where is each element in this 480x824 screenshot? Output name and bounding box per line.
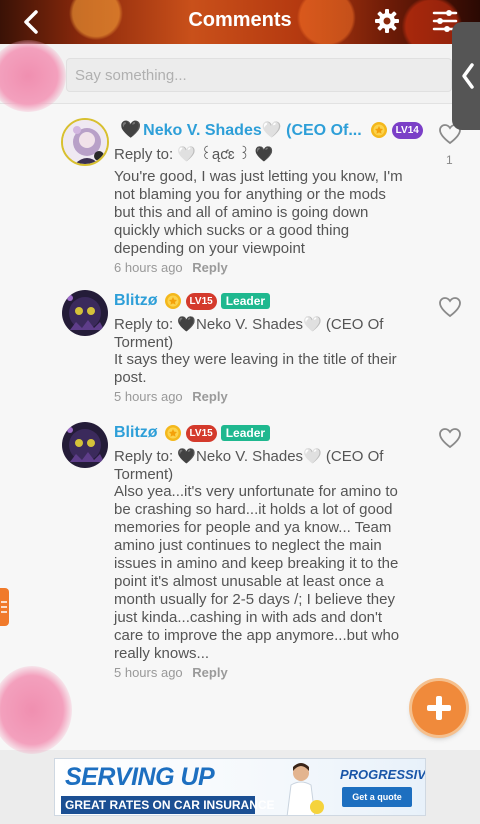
top-bar: Comments: [0, 0, 480, 44]
say-something-input[interactable]: [66, 58, 452, 92]
comment-meta: 5 hours ago Reply: [114, 665, 228, 680]
like-count: 1: [446, 153, 453, 167]
comment-meta: 6 hours ago Reply: [114, 260, 228, 275]
gold-medal-icon: [370, 122, 387, 138]
gold-medal-icon: [164, 293, 181, 309]
settings-button[interactable]: [374, 8, 400, 34]
level-badge: LV15: [185, 424, 217, 442]
ad-person-image: [286, 763, 324, 815]
menu-lines-icon: [1, 601, 7, 613]
ad-subline: GREAT RATES ON CAR INSURANCE: [61, 796, 275, 814]
author-name[interactable]: Blitzø: [114, 292, 158, 310]
comment-header: Blitzø LV15 Leader: [114, 292, 271, 310]
ad-headline: SERVING UP: [65, 763, 215, 791]
leader-badge: Leader: [220, 293, 271, 309]
reply-button[interactable]: Reply: [192, 665, 227, 680]
ad-brand: PROGRESSIVE: [340, 767, 426, 782]
avatar[interactable]: [62, 422, 108, 468]
comment-header: Blitzø LV15 Leader: [114, 424, 271, 442]
timestamp: 5 hours ago: [114, 389, 183, 404]
gold-medal-icon: [164, 425, 181, 441]
plus-icon: [427, 696, 451, 720]
chevron-left-icon: [462, 63, 474, 89]
ad-area: SERVING UP GREAT RATES ON CAR INSURANCE …: [0, 750, 480, 824]
reply-button[interactable]: Reply: [192, 389, 227, 404]
avatar[interactable]: [62, 290, 108, 336]
reply-button[interactable]: Reply: [192, 260, 227, 275]
reply-to-line: Reply to: 🖤Neko V. Shades🤍 (CEO Of Torme…: [114, 316, 384, 351]
heart-icon[interactable]: [438, 427, 462, 449]
ad-get-quote-button[interactable]: Get a quote: [342, 787, 412, 807]
leader-badge: Leader: [220, 425, 271, 441]
left-menu-tab[interactable]: [0, 588, 9, 626]
author-name[interactable]: Neko V. Shades🤍 (CEO Of...: [143, 120, 362, 140]
author-name[interactable]: Blitzø: [114, 424, 158, 442]
comment-header: 🖤 Neko V. Shades🤍 (CEO Of... LV14: [120, 120, 423, 140]
level-badge: LV14: [391, 121, 423, 139]
level-badge: LV15: [185, 292, 217, 310]
comment-composer: [0, 44, 480, 104]
comment-meta: 5 hours ago Reply: [114, 389, 228, 404]
avatar[interactable]: [61, 118, 109, 166]
timestamp: 5 hours ago: [114, 665, 183, 680]
heart-icon[interactable]: [438, 296, 462, 318]
ad-banner[interactable]: SERVING UP GREAT RATES ON CAR INSURANCE …: [54, 758, 426, 816]
timestamp: 6 hours ago: [114, 260, 183, 275]
reply-to-line: Reply to: 🤍 ꒰ąƈɛ ꒱ 🖤: [114, 146, 274, 163]
comment-text: It says they were leaving in the title o…: [114, 351, 397, 386]
page-title: Comments: [188, 9, 292, 31]
pink-smudge-bottom: [0, 666, 72, 754]
add-comment-button[interactable]: [412, 681, 466, 735]
comment-text: Also yea...it's very unfortunate for ami…: [114, 483, 400, 662]
gear-icon: [375, 9, 399, 33]
side-drawer-handle[interactable]: [452, 22, 480, 130]
comment-text: You're good, I was just letting you know…: [114, 168, 403, 257]
author-prefix: 🖤: [120, 120, 142, 139]
reply-to-line: Reply to: 🖤Neko V. Shades🤍 (CEO Of Torme…: [114, 448, 384, 483]
